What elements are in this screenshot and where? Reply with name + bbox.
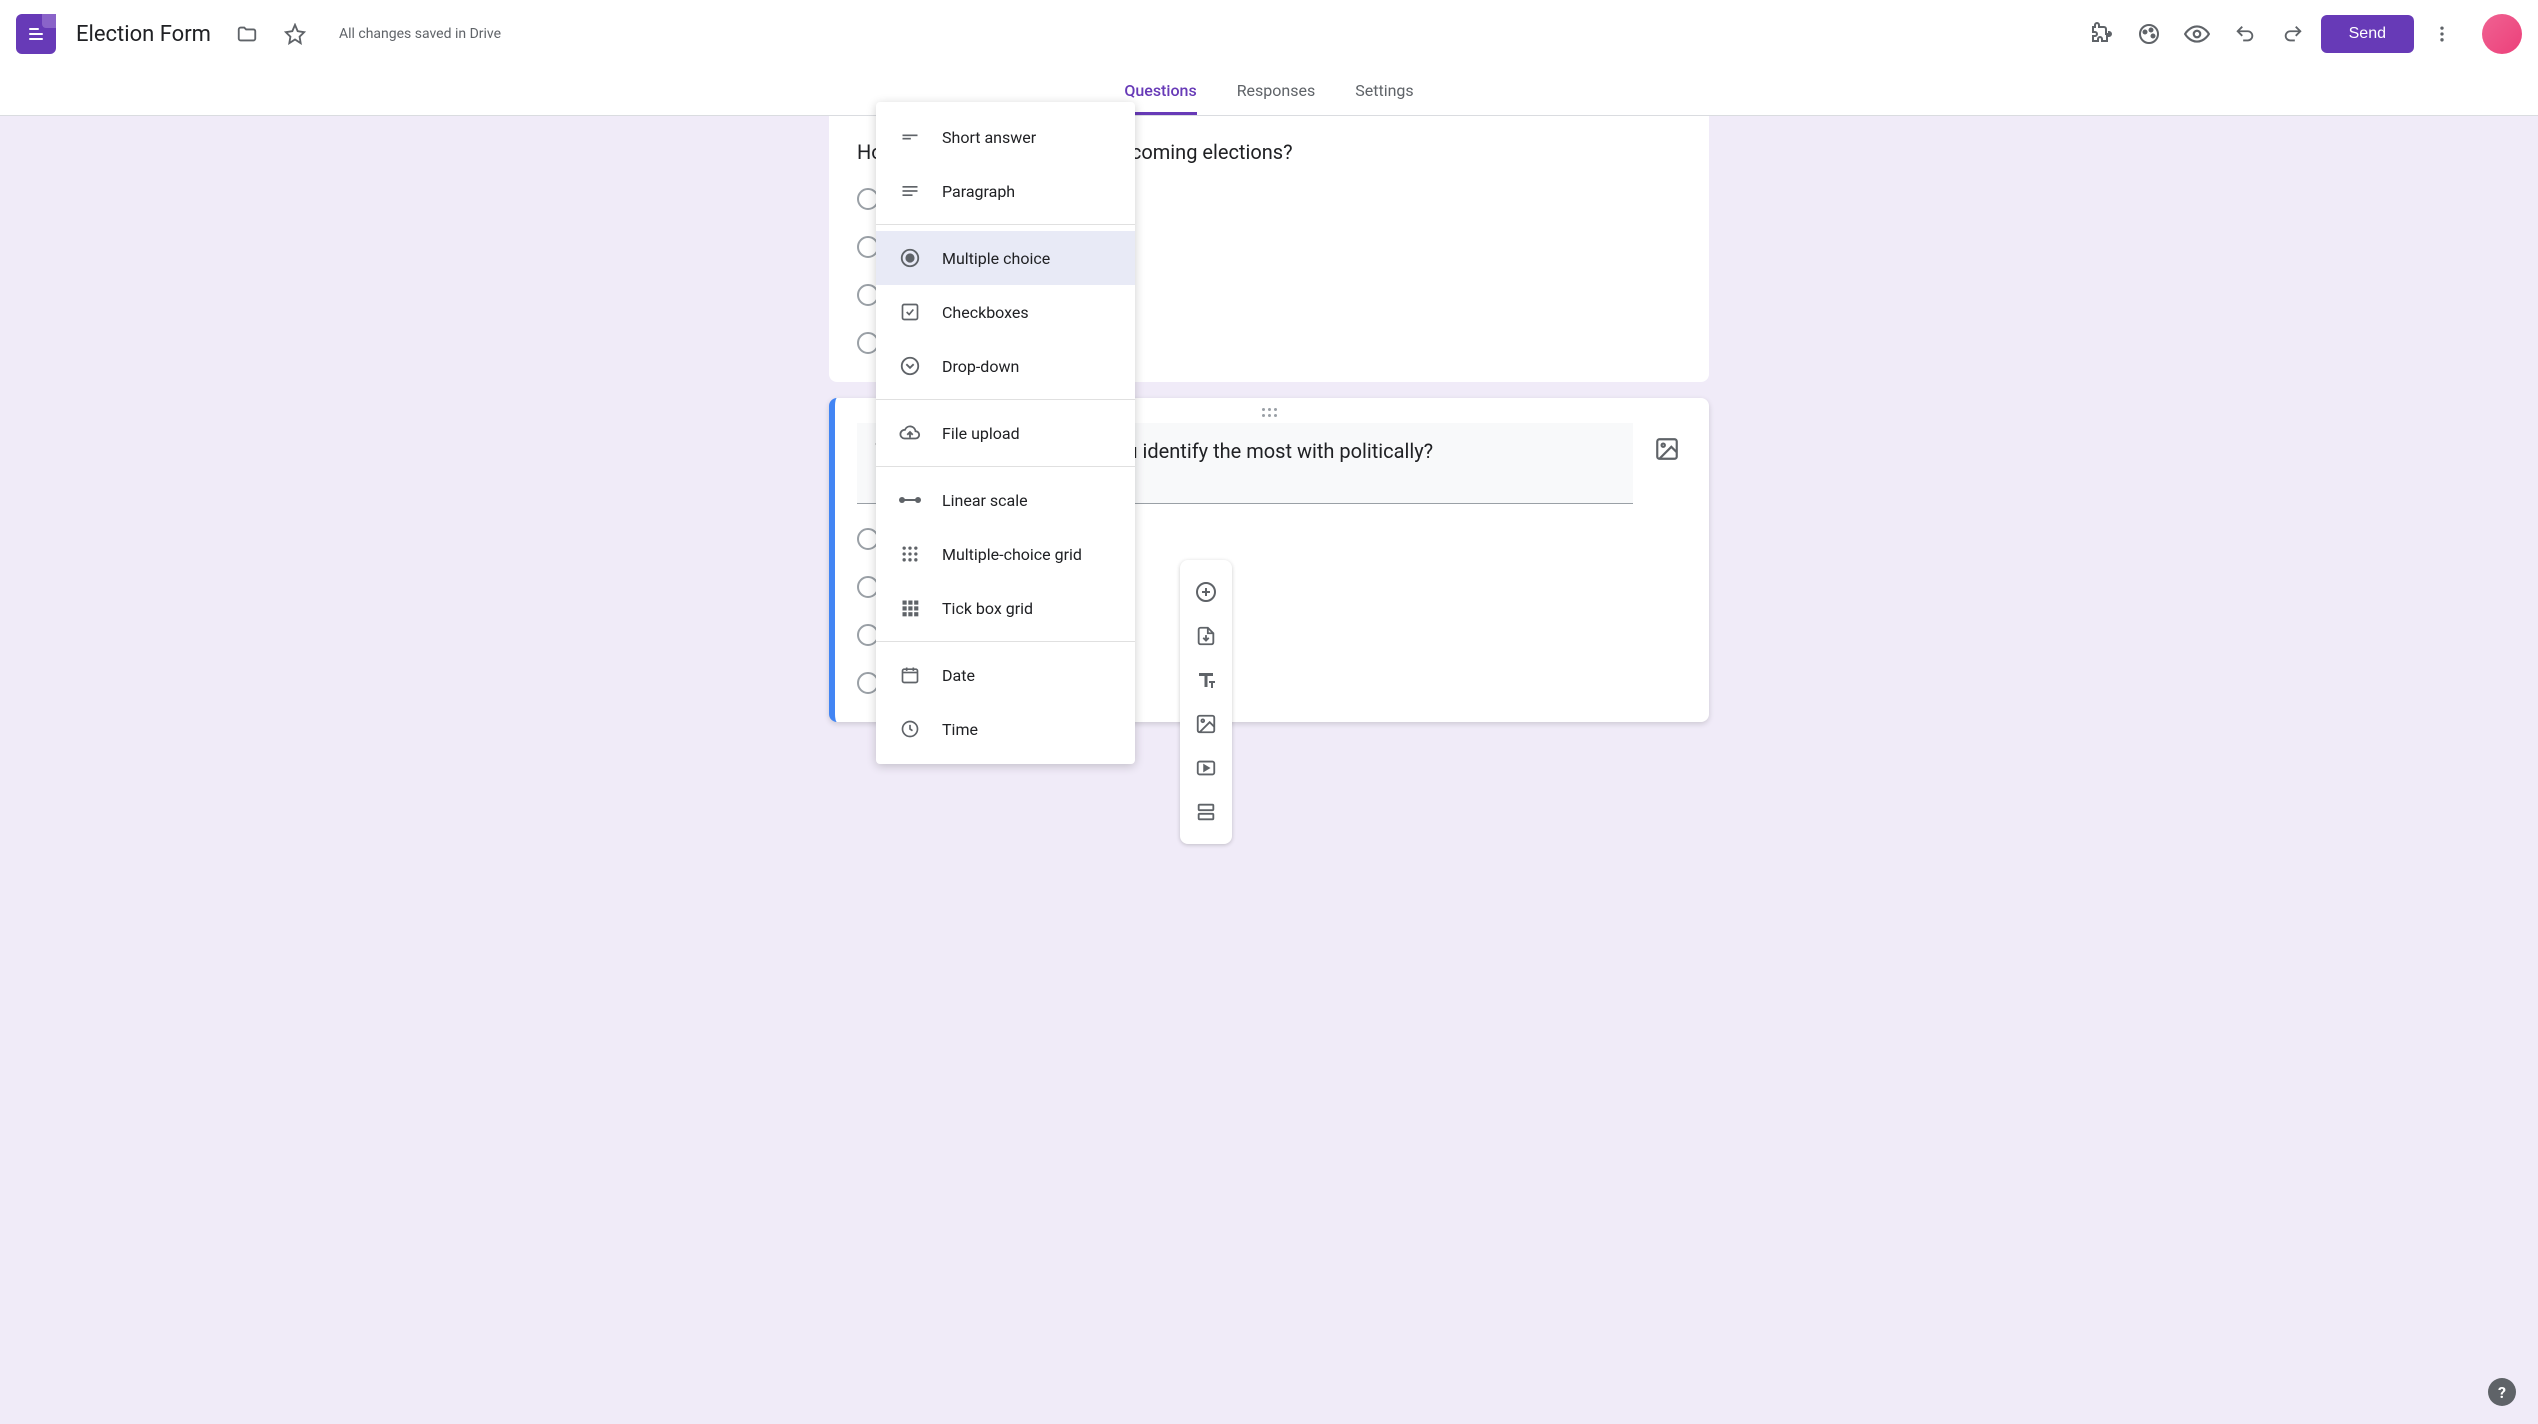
- more-icon[interactable]: [2422, 14, 2462, 54]
- import-questions-button[interactable]: [1180, 614, 1232, 658]
- theme-icon[interactable]: [2129, 14, 2169, 54]
- tabs-bar: Questions Responses Settings: [0, 68, 2538, 116]
- question-type-dropdown: Short answer Paragraph Multiple choice C…: [876, 102, 1135, 764]
- chevron-down-circle-icon: [898, 354, 922, 378]
- add-image-button[interactable]: [1180, 702, 1232, 746]
- dd-divider: [876, 224, 1135, 225]
- dd-date[interactable]: Date: [876, 648, 1135, 702]
- folder-icon[interactable]: [227, 14, 267, 54]
- dd-tick-grid[interactable]: Tick box grid: [876, 581, 1135, 635]
- save-status: All changes saved in Drive: [339, 26, 501, 42]
- dd-label: Checkboxes: [942, 303, 1029, 322]
- dd-multiple-choice[interactable]: Multiple choice: [876, 231, 1135, 285]
- main-area: How likely are you to vote in upcoming e…: [0, 116, 2538, 1424]
- dd-label: Time: [942, 720, 978, 739]
- dd-checkboxes[interactable]: Checkboxes: [876, 285, 1135, 339]
- dd-label: Short answer: [942, 128, 1036, 147]
- tab-responses[interactable]: Responses: [1237, 68, 1316, 115]
- floating-toolbar: [1180, 560, 1232, 844]
- dd-label: Multiple-choice grid: [942, 545, 1082, 564]
- star-icon[interactable]: [275, 14, 315, 54]
- dd-divider: [876, 641, 1135, 642]
- dd-linear-scale[interactable]: Linear scale: [876, 473, 1135, 527]
- dd-divider: [876, 399, 1135, 400]
- paragraph-icon: [898, 179, 922, 203]
- tab-settings[interactable]: Settings: [1355, 68, 1413, 115]
- dd-label: Linear scale: [942, 491, 1028, 510]
- dd-divider: [876, 466, 1135, 467]
- send-button[interactable]: Send: [2321, 15, 2414, 53]
- dd-label: Paragraph: [942, 182, 1015, 201]
- cloud-upload-icon: [898, 421, 922, 445]
- dd-file-upload[interactable]: File upload: [876, 406, 1135, 460]
- add-section-button[interactable]: [1180, 790, 1232, 834]
- avatar[interactable]: [2482, 14, 2522, 54]
- add-image-icon[interactable]: [1653, 435, 1681, 463]
- dd-label: Tick box grid: [942, 599, 1033, 618]
- calendar-icon: [898, 663, 922, 687]
- dd-dropdown[interactable]: Drop-down: [876, 339, 1135, 393]
- dd-mc-grid[interactable]: Multiple-choice grid: [876, 527, 1135, 581]
- redo-icon[interactable]: [2273, 14, 2313, 54]
- dd-paragraph[interactable]: Paragraph: [876, 164, 1135, 218]
- addons-icon[interactable]: [2081, 14, 2121, 54]
- dd-label: Date: [942, 666, 975, 685]
- dot-grid-icon: [898, 542, 922, 566]
- add-title-button[interactable]: [1180, 658, 1232, 702]
- app-header: Election Form All changes saved in Drive…: [0, 0, 2538, 68]
- tab-questions[interactable]: Questions: [1124, 68, 1196, 115]
- dd-label: Multiple choice: [942, 249, 1050, 268]
- dd-short-answer[interactable]: Short answer: [876, 110, 1135, 164]
- undo-icon[interactable]: [2225, 14, 2265, 54]
- square-grid-icon: [898, 596, 922, 620]
- form-title[interactable]: Election Form: [76, 22, 211, 47]
- dd-label: Drop-down: [942, 357, 1019, 376]
- preview-icon[interactable]: [2177, 14, 2217, 54]
- forms-logo: [16, 14, 56, 54]
- add-video-button[interactable]: [1180, 746, 1232, 790]
- dd-label: File upload: [942, 424, 1020, 443]
- dd-time[interactable]: Time: [876, 702, 1135, 756]
- checkbox-icon: [898, 300, 922, 324]
- clock-icon: [898, 717, 922, 741]
- radio-filled-icon: [898, 246, 922, 270]
- linear-scale-icon: [898, 488, 922, 512]
- short-answer-icon: [898, 125, 922, 149]
- add-question-button[interactable]: [1180, 570, 1232, 614]
- help-button[interactable]: ?: [2488, 1378, 2516, 1406]
